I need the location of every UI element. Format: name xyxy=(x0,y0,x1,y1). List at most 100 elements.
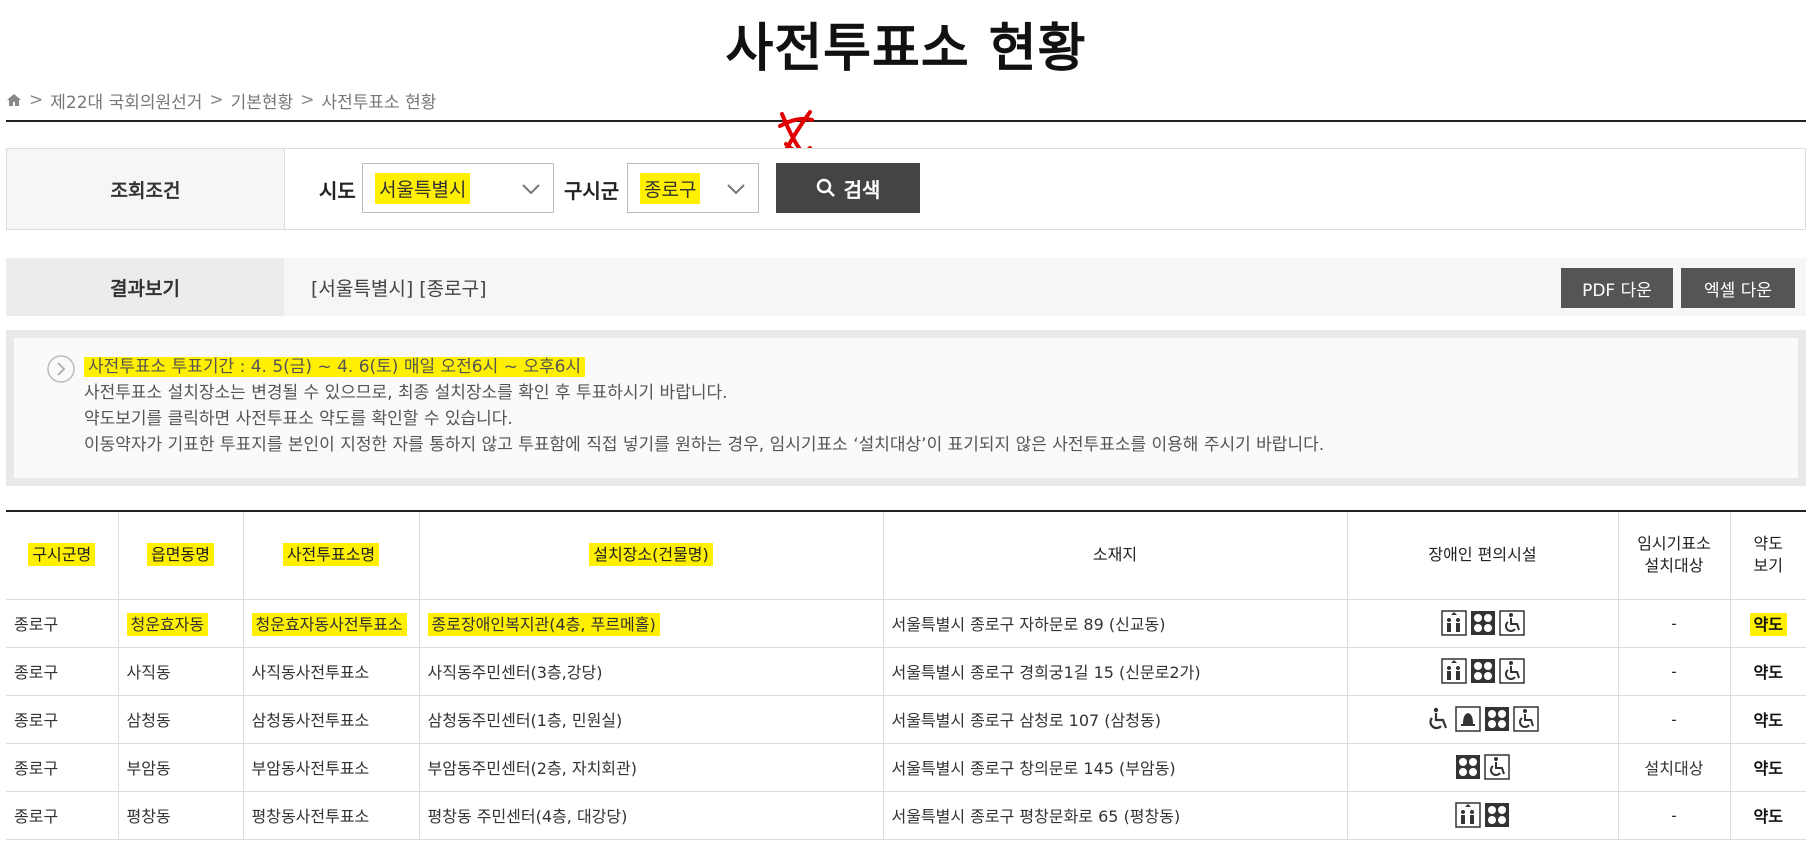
chevron-circle-right-icon xyxy=(47,355,75,383)
cell-gu: 종로구 xyxy=(6,743,119,792)
gu-selected-value: 종로구 xyxy=(640,172,701,204)
braille-block-icon xyxy=(1470,659,1495,683)
header-dong: 읍면동명 xyxy=(118,511,244,600)
breadcrumb-item-basic-status[interactable]: 기본현황 xyxy=(231,88,294,113)
table-row: 종로구 부암동 부암동사전투표소 부암동주민센터(2층, 자치회관) 서울특별시… xyxy=(6,743,1806,792)
breadcrumb-separator: > xyxy=(29,90,44,110)
pdf-download-button[interactable]: PDF 다운 xyxy=(1561,268,1673,308)
excel-download-button[interactable]: 엑셀 다운 xyxy=(1681,268,1795,308)
search-condition-label: 조회조건 xyxy=(7,149,285,229)
header-place: 설치장소(건물명) xyxy=(419,511,884,600)
search-button-label: 검색 xyxy=(843,177,881,202)
breadcrumb: > 제22대 국회의원선거 > 기본현황 > 사전투표소 현황 xyxy=(6,88,436,113)
cell-place: 삼청동주민센터(1층, 민원실) xyxy=(419,695,884,744)
map-link[interactable]: 약도 xyxy=(1749,613,1787,636)
map-link[interactable]: 약도 xyxy=(1754,807,1783,826)
cell-temp-booth: - xyxy=(1618,647,1731,696)
cell-map: 약도 xyxy=(1730,791,1806,840)
cell-place: 종로장애인복지관(4층, 푸르메홀) xyxy=(419,599,884,648)
cell-dong: 부암동 xyxy=(118,743,244,792)
search-button[interactable]: 검색 xyxy=(776,163,920,213)
cell-temp-booth: - xyxy=(1618,791,1731,840)
braille-block-icon xyxy=(1485,707,1509,731)
cell-map: 약도 xyxy=(1730,647,1806,696)
gu-select[interactable]: 종로구 xyxy=(627,163,759,213)
breadcrumb-separator: > xyxy=(209,90,224,110)
braille-block-icon xyxy=(1485,803,1509,827)
cell-station: 평창동사전투표소 xyxy=(243,791,420,840)
table-row: 종로구 삼청동 삼청동사전투표소 삼청동주민센터(1층, 민원실) 서울특별시 … xyxy=(6,695,1806,744)
elevator-icon xyxy=(1455,802,1481,828)
cell-facility xyxy=(1347,647,1619,696)
cell-dong: 사직동 xyxy=(118,647,244,696)
breadcrumb-separator: > xyxy=(300,90,315,110)
cell-station: 삼청동사전투표소 xyxy=(243,695,420,744)
cell-address: 서울특별시 종로구 평창문화로 65 (평창동) xyxy=(883,791,1348,840)
header-station: 사전투표소명 xyxy=(243,511,420,600)
table-row: 종로구 평창동 평창동사전투표소 평창동 주민센터(4층, 대강당) 서울특별시… xyxy=(6,791,1806,840)
map-link[interactable]: 약도 xyxy=(1754,663,1783,682)
cell-gu: 종로구 xyxy=(6,599,119,648)
wheelchair-icon xyxy=(1513,706,1539,732)
cell-dong: 평창동 xyxy=(118,791,244,840)
cell-address: 서울특별시 종로구 자하문로 89 (신교동) xyxy=(883,599,1348,648)
cell-map: 약도 xyxy=(1730,599,1806,648)
braille-block-icon xyxy=(1456,755,1480,779)
table-row: 종로구 청운효자동 청운효자동사전투표소 종로장애인복지관(4층, 푸르메홀) … xyxy=(6,599,1806,648)
cell-station: 사직동사전투표소 xyxy=(243,647,420,696)
cell-facility xyxy=(1347,599,1619,648)
cell-place: 평창동 주민센터(4층, 대강당) xyxy=(419,791,884,840)
wheelchair-icon xyxy=(1498,658,1525,684)
chevron-down-icon xyxy=(727,184,745,195)
notice-map-info: 약도보기를 클릭하면 사전투표소 약도를 확인할 수 있습니다. xyxy=(84,409,513,429)
cell-gu: 종로구 xyxy=(6,647,119,696)
search-icon xyxy=(816,178,835,197)
header-gu: 구시군명 xyxy=(6,511,119,600)
sido-label: 시도 xyxy=(319,179,356,203)
braille-block-icon xyxy=(1470,611,1495,635)
gu-label: 구시군 xyxy=(564,179,620,203)
bell-icon xyxy=(1455,706,1481,732)
cell-address: 서울특별시 종로구 경희궁1길 15 (신문로2가) xyxy=(883,647,1348,696)
header-address: 소재지 xyxy=(883,511,1348,600)
wheelchair-icon xyxy=(1484,754,1510,780)
cell-gu: 종로구 xyxy=(6,791,119,840)
result-view-label: 결과보기 xyxy=(6,258,284,316)
home-icon[interactable] xyxy=(6,92,22,108)
cell-facility xyxy=(1347,791,1619,840)
cell-facility xyxy=(1347,695,1619,744)
table-row: 종로구 사직동 사직동사전투표소 사직동주민센터(3층,강당) 서울특별시 종로… xyxy=(6,647,1806,696)
cell-place: 부암동주민센터(2층, 자치회관) xyxy=(419,743,884,792)
elevator-icon xyxy=(1440,610,1467,636)
cell-address: 서울특별시 종로구 창의문로 145 (부암동) xyxy=(883,743,1348,792)
cell-station: 청운효자동사전투표소 xyxy=(243,599,420,648)
wheelchair-icon xyxy=(1498,610,1525,636)
cell-station: 부암동사전투표소 xyxy=(243,743,420,792)
chevron-down-icon xyxy=(522,184,540,195)
cell-temp-booth: 설치대상 xyxy=(1618,743,1731,792)
header-divider xyxy=(6,120,1806,122)
header-facility: 장애인 편의시설 xyxy=(1347,511,1619,600)
notice-location-change: 사전투표소 설치장소는 변경될 수 있으므로, 최종 설치장소를 확인 후 투표… xyxy=(84,383,728,403)
result-bar: 결과보기 [서울특별시] [종로구] PDF 다운 엑셀 다운 xyxy=(6,258,1806,316)
sido-selected-value: 서울특별시 xyxy=(375,172,471,204)
polling-station-table: 구시군명 읍면동명 사전투표소명 설치장소(건물명) 소재지 장애인 편의시설 … xyxy=(6,510,1806,840)
sido-select[interactable]: 서울특별시 xyxy=(362,163,554,213)
map-link[interactable]: 약도 xyxy=(1754,711,1783,730)
cell-map: 약도 xyxy=(1730,695,1806,744)
notice-voting-period: 사전투표소 투표기간 : 4. 5(금) ~ 4. 6(토) 매일 오전6시 ~… xyxy=(84,357,586,377)
cell-dong: 청운효자동 xyxy=(118,599,244,648)
cell-temp-booth: - xyxy=(1618,695,1731,744)
cell-temp-booth: - xyxy=(1618,599,1731,648)
map-link[interactable]: 약도 xyxy=(1754,759,1783,778)
table-header-row: 구시군명 읍면동명 사전투표소명 설치장소(건물명) 소재지 장애인 편의시설 … xyxy=(6,511,1806,600)
cell-facility xyxy=(1347,743,1619,792)
search-panel: 조회조건 시도 서울특별시 구시군 종로구 검색 xyxy=(6,148,1806,230)
page-title: 사전투표소 현황 xyxy=(725,19,1087,79)
header-map: 약도 보기 xyxy=(1730,511,1806,600)
cell-map: 약도 xyxy=(1730,743,1806,792)
result-filter-text: [서울특별시] [종로구] xyxy=(311,278,487,300)
breadcrumb-item-election[interactable]: 제22대 국회의원선거 xyxy=(50,88,202,113)
cell-dong: 삼청동 xyxy=(118,695,244,744)
notice-box: 사전투표소 투표기간 : 4. 5(금) ~ 4. 6(토) 매일 오전6시 ~… xyxy=(6,330,1806,486)
